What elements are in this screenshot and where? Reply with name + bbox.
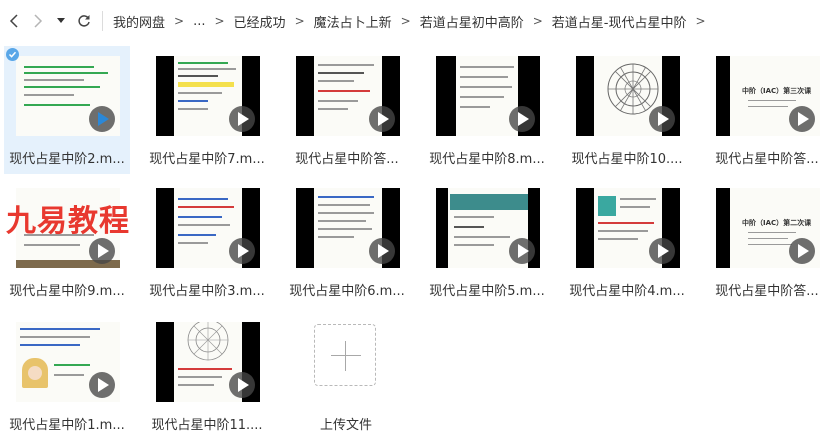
chevron-right-icon	[34, 14, 43, 28]
upload-button[interactable]	[314, 324, 376, 386]
file-tile[interactable]: 现代占星中阶8.m...	[424, 46, 550, 174]
file-tile[interactable]: 现代占星中阶1.m...	[4, 312, 130, 440]
video-thumbnail	[16, 56, 120, 136]
breadcrumb-item-root[interactable]: 我的网盘	[110, 12, 168, 31]
play-icon	[369, 238, 395, 264]
plus-icon	[345, 341, 346, 371]
file-tile[interactable]: 现代占星中阶2.m...	[4, 46, 130, 174]
back-button[interactable]	[2, 9, 26, 33]
upload-tile[interactable]: 上传文件	[300, 312, 392, 440]
watermark-text: 九易教程	[6, 204, 130, 239]
file-name: 现代占星中阶答...	[715, 152, 819, 167]
video-thumbnail	[436, 56, 540, 136]
file-name: 现代占星中阶11....	[151, 418, 263, 433]
file-name: 现代占星中阶1.m...	[9, 418, 125, 433]
play-icon	[89, 106, 115, 132]
navigation-bar: 我的网盘 > ... > 已经成功 > 魔法占卜上新 > 若道占星初中高阶 > …	[0, 0, 827, 42]
file-name: 现代占星中阶3.m...	[149, 284, 265, 299]
file-name: 现代占星中阶答...	[295, 152, 399, 167]
breadcrumb-item-success[interactable]: 已经成功	[231, 12, 289, 31]
play-icon	[89, 238, 115, 264]
file-tile[interactable]: 现代占星中阶7.m...	[144, 46, 270, 174]
horoscope-wheel-icon	[187, 322, 229, 361]
video-thumbnail	[296, 56, 400, 136]
refresh-button[interactable]	[72, 9, 96, 33]
checkmark-icon[interactable]	[6, 48, 19, 61]
play-icon	[229, 372, 255, 398]
file-name: 现代占星中阶9.m...	[9, 284, 125, 299]
slide-title: 中阶（IAC）第二次课	[742, 219, 812, 227]
play-icon	[369, 106, 395, 132]
slide-title: 中阶（IAC）第三次课	[742, 87, 812, 95]
file-name: 现代占星中阶6.m...	[289, 284, 405, 299]
file-tile[interactable]: 现代占星中阶10....	[564, 46, 690, 174]
play-icon	[509, 238, 535, 264]
chevron-left-icon	[9, 14, 18, 28]
breadcrumb-separator: >	[294, 14, 305, 28]
video-thumbnail	[576, 188, 680, 268]
file-name: 现代占星中阶10....	[571, 152, 683, 167]
breadcrumb-item-ellipsis[interactable]: ...	[190, 14, 208, 29]
upload-label: 上传文件	[319, 418, 372, 433]
file-tile[interactable]: 现代占星中阶6.m...	[284, 178, 410, 306]
breadcrumb-separator: >	[400, 14, 411, 28]
file-tile[interactable]: 现代占星中阶5.m...	[424, 178, 550, 306]
video-thumbnail	[296, 188, 400, 268]
play-icon	[789, 106, 815, 132]
play-icon	[649, 106, 675, 132]
file-tile[interactable]: 现代占星中阶11....	[144, 312, 270, 440]
file-name: 现代占星中阶2.m...	[9, 152, 125, 167]
play-icon	[89, 372, 115, 398]
divider	[102, 11, 103, 31]
file-tile[interactable]: 中阶（IAC）第三次课 现代占星中阶答...	[704, 46, 827, 174]
play-icon	[649, 238, 675, 264]
file-name: 现代占星中阶7.m...	[149, 152, 265, 167]
refresh-icon	[78, 15, 90, 27]
history-dropdown-button[interactable]	[52, 9, 70, 33]
horoscope-wheel-icon	[607, 63, 659, 115]
breadcrumb-separator: >	[174, 14, 185, 28]
play-icon	[229, 238, 255, 264]
file-name: 现代占星中阶8.m...	[429, 152, 545, 167]
video-thumbnail	[156, 188, 260, 268]
file-tile[interactable]: 现代占星中阶4.m...	[564, 178, 690, 306]
video-thumbnail	[436, 188, 540, 268]
video-thumbnail: 中阶（IAC）第二次课	[716, 188, 820, 268]
breadcrumb-separator: >	[532, 14, 543, 28]
breadcrumb-item-course[interactable]: 若道占星初中高阶	[417, 12, 527, 31]
play-icon	[789, 238, 815, 264]
breadcrumb-separator: >	[695, 14, 706, 28]
breadcrumb-separator: >	[214, 14, 225, 28]
video-thumbnail	[156, 56, 260, 136]
file-name: 现代占星中阶4.m...	[569, 284, 685, 299]
file-tile[interactable]: 现代占星中阶答...	[284, 46, 410, 174]
caret-down-icon	[57, 18, 65, 23]
file-tile[interactable]: 中阶（IAC）第二次课 现代占星中阶答...	[704, 178, 827, 306]
breadcrumb: 我的网盘 > ... > 已经成功 > 魔法占卜上新 > 若道占星初中高阶 > …	[110, 0, 712, 42]
video-thumbnail	[16, 322, 120, 402]
file-name: 现代占星中阶5.m...	[429, 284, 545, 299]
play-icon	[229, 106, 255, 132]
breadcrumb-item-current[interactable]: 若道占星-现代占星中阶	[549, 12, 690, 31]
breadcrumb-item-magic[interactable]: 魔法占卜上新	[311, 12, 395, 31]
video-thumbnail: 中阶（IAC）第三次课	[716, 56, 820, 136]
video-thumbnail	[156, 322, 260, 402]
play-icon	[509, 106, 535, 132]
video-thumbnail	[576, 56, 680, 136]
plus-icon	[331, 355, 361, 356]
forward-button[interactable]	[26, 9, 50, 33]
file-tile[interactable]: 现代占星中阶3.m...	[144, 178, 270, 306]
file-name: 现代占星中阶答...	[715, 284, 819, 299]
